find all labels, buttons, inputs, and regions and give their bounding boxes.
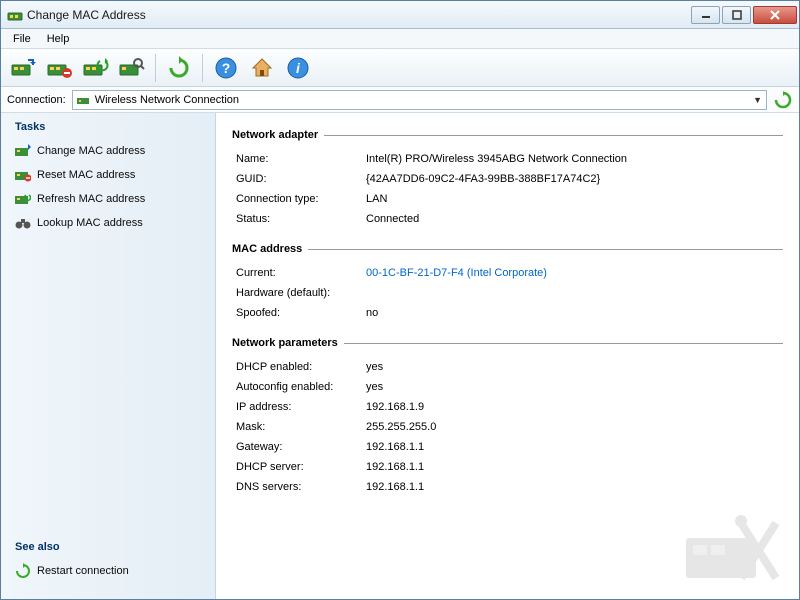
field-value: Connected bbox=[366, 213, 419, 225]
restart-icon bbox=[15, 563, 31, 579]
network-adapter-icon bbox=[77, 94, 91, 106]
field-label: DHCP server: bbox=[236, 461, 366, 473]
connection-selected: Wireless Network Connection bbox=[95, 94, 753, 106]
task-refresh-mac[interactable]: Refresh MAC address bbox=[11, 187, 205, 211]
row-mask: Mask:255.255.255.0 bbox=[232, 417, 783, 437]
watermark-icon bbox=[681, 503, 791, 593]
section-network-parameters: Network parameters bbox=[232, 337, 783, 349]
menu-file[interactable]: File bbox=[5, 31, 39, 47]
lookup-mac-toolbar-button[interactable] bbox=[115, 52, 149, 84]
task-reset-mac[interactable]: Reset MAC address bbox=[11, 163, 205, 187]
field-value: yes bbox=[366, 381, 383, 393]
menu-help[interactable]: Help bbox=[39, 31, 78, 47]
field-label: Gateway: bbox=[236, 441, 366, 453]
section-network-adapter: Network adapter bbox=[232, 129, 783, 141]
refresh-mac-toolbar-button[interactable] bbox=[79, 52, 113, 84]
task-label: Restart connection bbox=[37, 565, 129, 577]
task-label: Refresh MAC address bbox=[37, 193, 145, 205]
field-label: DHCP enabled: bbox=[236, 361, 366, 373]
app-icon bbox=[7, 7, 23, 23]
field-label: Spoofed: bbox=[236, 307, 366, 319]
field-value: 192.168.1.1 bbox=[366, 481, 424, 493]
connection-refresh-button[interactable] bbox=[773, 90, 793, 110]
connection-dropdown[interactable]: Wireless Network Connection ▼ bbox=[72, 90, 767, 110]
svg-text:?: ? bbox=[222, 60, 231, 76]
reset-mac-toolbar-button[interactable] bbox=[43, 52, 77, 84]
row-mac-hardware: Hardware (default): bbox=[232, 283, 783, 303]
section-title: MAC address bbox=[232, 243, 302, 255]
section-mac-address: MAC address bbox=[232, 243, 783, 255]
row-ip-address: IP address:192.168.1.9 bbox=[232, 397, 783, 417]
window-buttons bbox=[689, 6, 797, 24]
task-label: Lookup MAC address bbox=[37, 217, 143, 229]
maximize-button[interactable] bbox=[722, 6, 751, 24]
toolbar: ? i bbox=[1, 49, 799, 87]
minimize-button[interactable] bbox=[691, 6, 720, 24]
seealso-header: See also bbox=[11, 541, 205, 553]
mac-current-link[interactable]: 00-1C-BF-21-D7-F4 (Intel Corporate) bbox=[366, 267, 547, 279]
help-toolbar-button[interactable]: ? bbox=[209, 52, 243, 84]
main-panel: Network adapter Name:Intel(R) PRO/Wirele… bbox=[216, 113, 799, 599]
section-title: Network adapter bbox=[232, 129, 318, 141]
toolbar-separator bbox=[155, 54, 156, 82]
toolbar-separator bbox=[202, 54, 203, 82]
network-card-edit-icon bbox=[15, 143, 31, 159]
row-mac-current: Current:00-1C-BF-21-D7-F4 (Intel Corpora… bbox=[232, 263, 783, 283]
chevron-down-icon: ▼ bbox=[753, 95, 762, 105]
field-label: Status: bbox=[236, 213, 366, 225]
field-value: LAN bbox=[366, 193, 387, 205]
tasks-header: Tasks bbox=[11, 121, 205, 133]
field-label: DNS servers: bbox=[236, 481, 366, 493]
row-connection-type: Connection type:LAN bbox=[232, 189, 783, 209]
menubar: File Help bbox=[1, 29, 799, 49]
task-lookup-mac[interactable]: Lookup MAC address bbox=[11, 211, 205, 235]
section-title: Network parameters bbox=[232, 337, 338, 349]
row-dhcp-enabled: DHCP enabled:yes bbox=[232, 357, 783, 377]
connection-label: Connection: bbox=[7, 94, 66, 106]
field-label: GUID: bbox=[236, 173, 366, 185]
field-value: Intel(R) PRO/Wireless 3945ABG Network Co… bbox=[366, 153, 627, 165]
field-value: 192.168.1.1 bbox=[366, 441, 424, 453]
row-gateway: Gateway:192.168.1.1 bbox=[232, 437, 783, 457]
field-label: IP address: bbox=[236, 401, 366, 413]
about-toolbar-button[interactable]: i bbox=[281, 52, 315, 84]
see-also-section: See also Restart connection bbox=[11, 541, 205, 591]
row-dhcp-server: DHCP server:192.168.1.1 bbox=[232, 457, 783, 477]
close-button[interactable] bbox=[753, 6, 797, 24]
refresh-toolbar-button[interactable] bbox=[162, 52, 196, 84]
field-label: Hardware (default): bbox=[236, 287, 366, 299]
row-mac-spoofed: Spoofed:no bbox=[232, 303, 783, 323]
network-card-refresh-icon bbox=[15, 191, 31, 207]
window-title: Change MAC Address bbox=[27, 8, 689, 22]
row-adapter-guid: GUID:{42AA7DD6-09C2-4FA3-99BB-388BF17A74… bbox=[232, 169, 783, 189]
row-dns-servers: DNS servers:192.168.1.1 bbox=[232, 477, 783, 497]
home-toolbar-button[interactable] bbox=[245, 52, 279, 84]
field-value: {42AA7DD6-09C2-4FA3-99BB-388BF17A74C2} bbox=[366, 173, 600, 185]
body: Tasks Change MAC address Reset MAC addre… bbox=[1, 113, 799, 599]
row-adapter-name: Name:Intel(R) PRO/Wireless 3945ABG Netwo… bbox=[232, 149, 783, 169]
field-label: Name: bbox=[236, 153, 366, 165]
field-label: Autoconfig enabled: bbox=[236, 381, 366, 393]
field-value: 192.168.1.9 bbox=[366, 401, 424, 413]
field-value: 255.255.255.0 bbox=[366, 421, 436, 433]
task-label: Change MAC address bbox=[37, 145, 145, 157]
change-mac-toolbar-button[interactable] bbox=[7, 52, 41, 84]
sidebar: Tasks Change MAC address Reset MAC addre… bbox=[1, 113, 216, 599]
binoculars-icon bbox=[15, 215, 31, 231]
field-label: Mask: bbox=[236, 421, 366, 433]
field-value: no bbox=[366, 307, 378, 319]
field-label: Current: bbox=[236, 267, 366, 279]
task-change-mac[interactable]: Change MAC address bbox=[11, 139, 205, 163]
task-restart-connection[interactable]: Restart connection bbox=[11, 559, 205, 583]
task-label: Reset MAC address bbox=[37, 169, 135, 181]
field-label: Connection type: bbox=[236, 193, 366, 205]
row-status: Status:Connected bbox=[232, 209, 783, 229]
network-card-reset-icon bbox=[15, 167, 31, 183]
titlebar: Change MAC Address bbox=[1, 1, 799, 29]
field-value: yes bbox=[366, 361, 383, 373]
field-value: 192.168.1.1 bbox=[366, 461, 424, 473]
connection-bar: Connection: Wireless Network Connection … bbox=[1, 87, 799, 113]
row-autoconfig: Autoconfig enabled:yes bbox=[232, 377, 783, 397]
